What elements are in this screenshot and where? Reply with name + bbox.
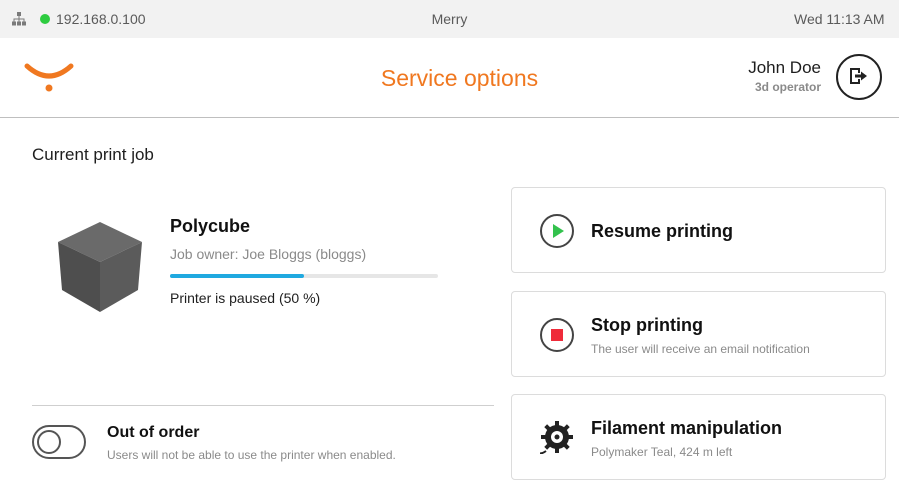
model-preview-cube (58, 222, 142, 312)
filament-icon (540, 421, 573, 454)
printer-hostname: Merry (431, 11, 468, 27)
user-name: John Doe (748, 58, 821, 77)
out-of-order-description: Users will not be able to use the printe… (107, 448, 396, 462)
filament-manipulation-label: Filament manipulation (591, 418, 783, 438)
clock: Wed 11:13 AM (794, 11, 885, 27)
stop-printing-button[interactable]: Stop printing The user will receive an e… (511, 291, 886, 377)
out-of-order-toggle[interactable] (32, 425, 86, 459)
section-label-current-job: Current print job (32, 145, 154, 164)
logout-button[interactable] (836, 54, 882, 100)
header-divider (0, 117, 899, 118)
stop-icon (540, 318, 574, 352)
progress-fill (170, 274, 304, 278)
filament-manipulation-button[interactable]: Filament manipulation Polymaker Teal, 42… (511, 394, 886, 480)
out-of-order-label: Out of order (107, 424, 200, 441)
stop-printing-description: The user will receive an email notificat… (591, 342, 810, 356)
resume-printing-label: Resume printing (591, 221, 734, 241)
job-owner: Job owner: Joe Bloggs (bloggs) (170, 246, 367, 262)
status-bar: 192.168.0.100 Merry Wed 11:13 AM (0, 0, 899, 38)
job-status: Printer is paused (50 %) (170, 290, 321, 306)
play-icon (540, 214, 574, 248)
resume-printing-button[interactable]: Resume printing (511, 187, 886, 273)
logout-icon (850, 68, 867, 84)
progress-bar (170, 274, 438, 278)
job-name: Polycube (170, 216, 251, 236)
stop-printing-label: Stop printing (591, 315, 703, 335)
toggle-knob (37, 430, 61, 454)
user-role: 3d operator (754, 80, 821, 94)
filament-status: Polymaker Teal, 424 m left (591, 445, 733, 459)
header: Service options John Doe 3d operator (0, 38, 899, 117)
section-divider (32, 405, 494, 406)
user-info: John Doe 3d operator (748, 58, 821, 94)
